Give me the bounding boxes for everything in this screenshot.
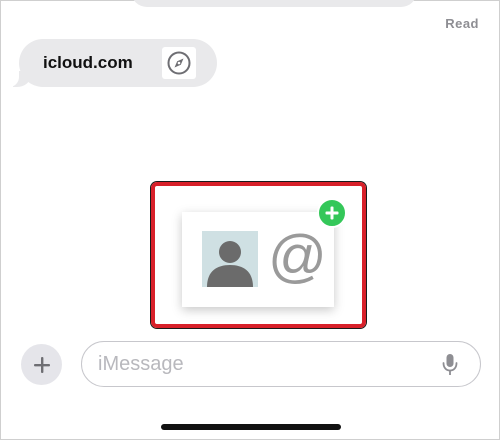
link-text[interactable]: icloud.com: [43, 53, 133, 73]
person-silhouette-icon: [207, 241, 253, 287]
contact-sticker-card[interactable]: @: [182, 212, 334, 307]
add-badge[interactable]: [317, 198, 347, 228]
avatar: [202, 231, 258, 287]
bubble-tail: [9, 71, 31, 87]
apps-button[interactable]: [21, 344, 62, 385]
message-composer[interactable]: [81, 341, 481, 387]
previous-message-bubble: [131, 0, 417, 7]
link-preview-thumbnail[interactable]: [162, 47, 196, 79]
plus-icon: [33, 356, 50, 373]
microphone-icon[interactable]: [442, 353, 458, 377]
at-symbol: @: [268, 224, 327, 289]
plus-icon: [325, 206, 339, 220]
link-message-bubble[interactable]: icloud.com: [9, 39, 217, 87]
read-receipt: Read: [445, 16, 479, 31]
message-input[interactable]: [98, 350, 428, 378]
home-indicator[interactable]: [161, 424, 341, 430]
compass-icon: [167, 51, 191, 75]
